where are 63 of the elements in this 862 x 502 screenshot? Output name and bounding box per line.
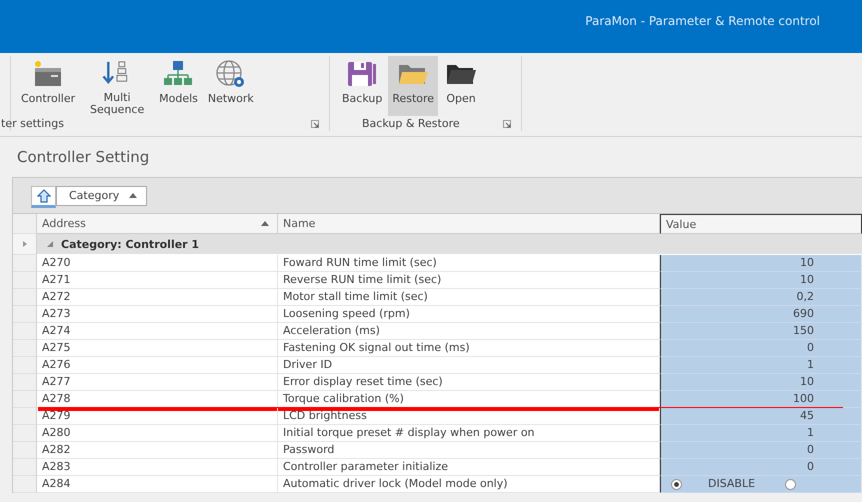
ribbon-button[interactable]: Restore: [388, 56, 438, 116]
table-cell: Initial torque preset # display when power on: [278, 425, 660, 442]
table-cell: Password: [278, 442, 660, 459]
table-cell: A283: [37, 459, 278, 476]
table-cell: 10: [660, 374, 862, 391]
move-up-icon: [31, 186, 56, 208]
table-cell: A270: [37, 255, 278, 272]
table-cell: Foward RUN time limit (sec): [278, 255, 660, 272]
table-cell: 0,2: [660, 289, 862, 306]
table-cell: Loosening speed (rpm): [278, 306, 660, 323]
ribbon-button[interactable]: Network: [204, 56, 258, 116]
table-cell: 45: [660, 408, 862, 425]
table-cell: A273: [37, 306, 278, 323]
table-cell: 150: [660, 323, 862, 340]
column-header[interactable]: Value: [660, 214, 862, 234]
sort-ascending-icon: [261, 221, 269, 226]
table-cell: 690: [660, 306, 862, 323]
column-header[interactable]: Name: [278, 214, 660, 234]
group-label: Backup & Restore: [362, 117, 460, 130]
table-cell: 1: [660, 425, 862, 442]
ribbon-button[interactable]: Controller: [17, 56, 80, 116]
row-indicator-icon: [22, 241, 26, 247]
ribbon-button[interactable]: Models: [155, 56, 202, 116]
group-label: ter settings: [1, 117, 64, 130]
table-cell: 0: [660, 459, 862, 476]
table-cell: Error display reset time (sec): [278, 374, 660, 391]
ribbon-button[interactable]: Multi Sequence: [81, 56, 154, 116]
table-cell: LCD brightness: [278, 408, 660, 425]
table-cell: A271: [37, 272, 278, 289]
table-cell: A274: [37, 323, 278, 340]
expanded-icon: [47, 241, 53, 247]
group-by-button[interactable]: Category: [56, 186, 148, 206]
table-cell: 100: [660, 391, 862, 408]
table-cell: 10: [660, 255, 862, 272]
table-cell: Acceleration (ms): [278, 323, 660, 340]
table-cell: Fastening OK signal out time (ms): [278, 340, 660, 357]
table-cell: Automatic driver lock (Model mode only): [278, 476, 660, 493]
table-cell: A276: [37, 357, 278, 374]
table-cell: A279: [37, 408, 278, 425]
ribbon-button[interactable]: Backup: [338, 56, 386, 116]
dialog-launcher-icon[interactable]: [311, 120, 319, 128]
window-title: ParaMon - Parameter & Remote control: [585, 14, 820, 28]
panel-title: Controller Setting: [17, 148, 150, 167]
table-cell: Driver ID: [278, 357, 660, 374]
radio-button[interactable]: [671, 478, 682, 490]
table-cell: A280: [37, 425, 278, 442]
table-cell: A275: [37, 340, 278, 357]
radio-button[interactable]: [785, 478, 796, 490]
table-cell: A272: [37, 289, 278, 306]
table-cell: Motor stall time limit (sec): [278, 289, 660, 306]
table-cell: 0: [660, 442, 862, 459]
table-cell: A284: [37, 476, 278, 493]
column-header[interactable]: Address: [37, 214, 278, 234]
ribbon-button[interactable]: Open: [440, 56, 482, 116]
table-cell: 0: [660, 340, 862, 357]
table-cell: 10: [660, 272, 862, 289]
table-cell: Reverse RUN time limit (sec): [278, 272, 660, 289]
table-cell: 1: [660, 357, 862, 374]
table-cell: A277: [37, 374, 278, 391]
sort-ascending-icon: [129, 193, 138, 198]
table-cell: Controller parameter initialize: [278, 459, 660, 476]
dialog-launcher-icon[interactable]: [503, 120, 511, 128]
table-cell: A282: [37, 442, 278, 459]
